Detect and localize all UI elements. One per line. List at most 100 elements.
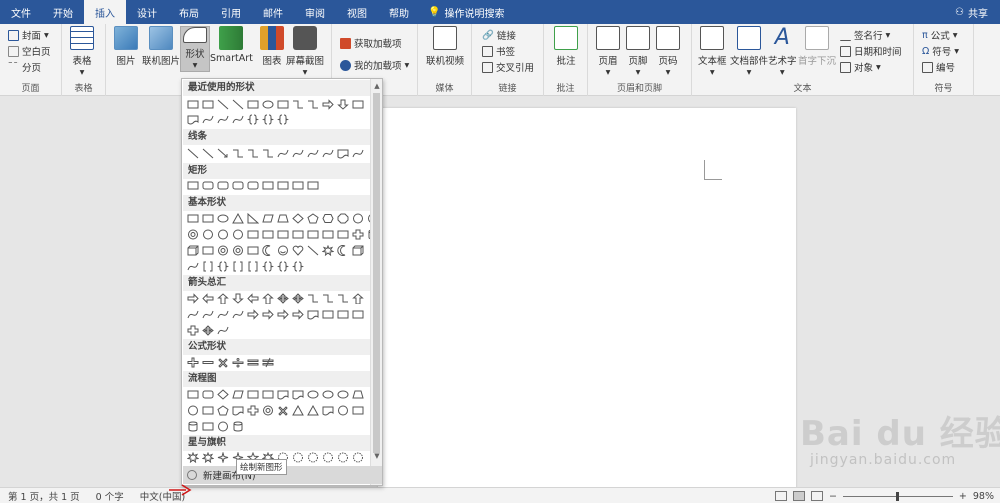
shape-cross-icon[interactable]: [246, 404, 259, 416]
shape-brace-icon[interactable]: [261, 113, 274, 125]
quick-parts-button[interactable]: 文档部件 ▾: [730, 26, 768, 78]
shape-quad-icon[interactable]: [276, 292, 289, 304]
shape-elbow-icon[interactable]: [246, 147, 259, 159]
shape-circ-icon[interactable]: [186, 404, 199, 416]
shape-oct-icon[interactable]: [336, 212, 349, 224]
shape-minus-icon[interactable]: [201, 356, 214, 368]
shape-burst-icon[interactable]: [321, 244, 334, 256]
textbox-button[interactable]: 文本框 ▾: [698, 26, 727, 78]
shape-rect-icon[interactable]: [321, 308, 334, 320]
shape-round-icon[interactable]: [201, 388, 214, 400]
shape-brack-icon[interactable]: [201, 260, 214, 272]
shape-line-icon[interactable]: [186, 147, 199, 159]
online-video-button[interactable]: 联机视频: [426, 26, 464, 67]
drop-cap-button[interactable]: 首字下沉: [798, 26, 836, 67]
shape-curve-icon[interactable]: [186, 308, 199, 320]
shape-seal-icon[interactable]: [336, 451, 349, 463]
shape-div-icon[interactable]: [231, 356, 244, 368]
shape-brack-icon[interactable]: [231, 260, 244, 272]
shape-line-icon[interactable]: [216, 98, 229, 110]
shape-rect-icon[interactable]: [201, 420, 214, 432]
date-time-button[interactable]: 日期和时间: [840, 44, 902, 58]
shape-arr-icon[interactable]: [246, 308, 259, 320]
zoom-slider-thumb[interactable]: [895, 491, 899, 501]
zoom-slider[interactable]: [842, 491, 953, 501]
shape-round-icon[interactable]: [231, 179, 244, 191]
word-count[interactable]: 0 个字: [88, 489, 132, 503]
shape-pent-icon[interactable]: [216, 404, 229, 416]
shape-curve-icon[interactable]: [216, 113, 229, 125]
number-button[interactable]: 编号: [922, 60, 955, 74]
shape-round-icon[interactable]: [246, 179, 259, 191]
tab-review[interactable]: 审阅: [294, 0, 336, 24]
shape-curve-icon[interactable]: [276, 147, 289, 159]
scroll-thumb[interactable]: [373, 93, 380, 453]
shape-mult-icon[interactable]: [216, 356, 229, 368]
bookmark-button[interactable]: 书签: [482, 44, 515, 58]
shape-circ-icon[interactable]: [351, 212, 364, 224]
shape-cross-icon[interactable]: [351, 228, 364, 240]
shape-tri-icon[interactable]: [306, 404, 319, 416]
shape-curve-icon[interactable]: [291, 147, 304, 159]
shape-doc-icon[interactable]: [291, 388, 304, 400]
shape-neq-icon[interactable]: [261, 356, 274, 368]
shape-circ-icon[interactable]: [231, 228, 244, 240]
shape-arr-icon[interactable]: [321, 98, 334, 110]
tab-file[interactable]: 文件: [0, 0, 42, 24]
shape-arr-icon[interactable]: [291, 308, 304, 320]
shape-curve-icon[interactable]: [231, 308, 244, 320]
scroll-down-arrow[interactable]: ▼: [371, 451, 383, 461]
shape-burst-icon[interactable]: [186, 451, 199, 463]
tab-help[interactable]: 帮助: [378, 0, 420, 24]
shape-darr-icon[interactable]: [231, 292, 244, 304]
shape-doc-icon[interactable]: [231, 404, 244, 416]
shape-rect-icon[interactable]: [351, 404, 364, 416]
shape-brace-icon[interactable]: [291, 260, 304, 272]
shape-rect-icon[interactable]: [276, 179, 289, 191]
shape-round-icon[interactable]: [216, 179, 229, 191]
picture-button[interactable]: 图片: [114, 26, 138, 67]
my-addins-button[interactable]: 我的加载项 ▾: [340, 58, 409, 72]
shape-rect-icon[interactable]: [186, 179, 199, 191]
object-button[interactable]: 对象 ▾: [840, 60, 881, 74]
zoom-in-button[interactable]: +: [959, 491, 967, 502]
shape-rect-icon[interactable]: [246, 388, 259, 400]
link-button[interactable]: 🔗 链接: [482, 28, 516, 43]
shape-circ2-icon[interactable]: [186, 228, 199, 240]
shape-rect-icon[interactable]: [186, 388, 199, 400]
zoom-out-button[interactable]: −: [829, 491, 837, 502]
chart-button[interactable]: 图表: [260, 26, 284, 67]
shape-rect-icon[interactable]: [291, 179, 304, 191]
shape-rect-icon[interactable]: [351, 98, 364, 110]
share-button[interactable]: ⚇ 共享: [955, 0, 988, 24]
tab-home[interactable]: 开始: [42, 0, 84, 24]
wordart-button[interactable]: A 艺术字 ▾: [768, 26, 797, 79]
shape-rect-icon[interactable]: [261, 388, 274, 400]
shape-curve-icon[interactable]: [186, 260, 199, 272]
shape-curve-icon[interactable]: [201, 113, 214, 125]
shape-elbow-icon[interactable]: [261, 147, 274, 159]
equation-button[interactable]: π 公式 ▾: [922, 28, 958, 43]
tab-layout[interactable]: 布局: [168, 0, 210, 24]
get-addins-button[interactable]: 获取加载项: [340, 36, 402, 50]
blank-page-button[interactable]: 空白页: [8, 44, 51, 58]
shape-brack-icon[interactable]: [246, 260, 259, 272]
shape-round-icon[interactable]: [201, 179, 214, 191]
shape-curve-icon[interactable]: [321, 147, 334, 159]
shape-brace-icon[interactable]: [246, 113, 259, 125]
shape-cube-icon[interactable]: [186, 244, 199, 256]
shape-doc-icon[interactable]: [306, 308, 319, 320]
screenshot-button[interactable]: 屏幕截图 ▾: [286, 26, 324, 78]
shape-arr-icon[interactable]: [186, 292, 199, 304]
shape-rect-icon[interactable]: [336, 308, 349, 320]
shape-elbow-icon[interactable]: [321, 292, 334, 304]
tab-insert[interactable]: 插入: [84, 0, 126, 24]
shape-curve-icon[interactable]: [351, 147, 364, 159]
shape-para-icon[interactable]: [261, 212, 274, 224]
page-number-button[interactable]: 页码 ▾: [656, 26, 680, 78]
shape-uarr-icon[interactable]: [216, 292, 229, 304]
shape-larr-icon[interactable]: [246, 292, 259, 304]
shape-circ2-icon[interactable]: [216, 244, 229, 256]
shape-cyl-icon[interactable]: [186, 420, 199, 432]
table-button[interactable]: 表格 ▾: [70, 26, 94, 78]
